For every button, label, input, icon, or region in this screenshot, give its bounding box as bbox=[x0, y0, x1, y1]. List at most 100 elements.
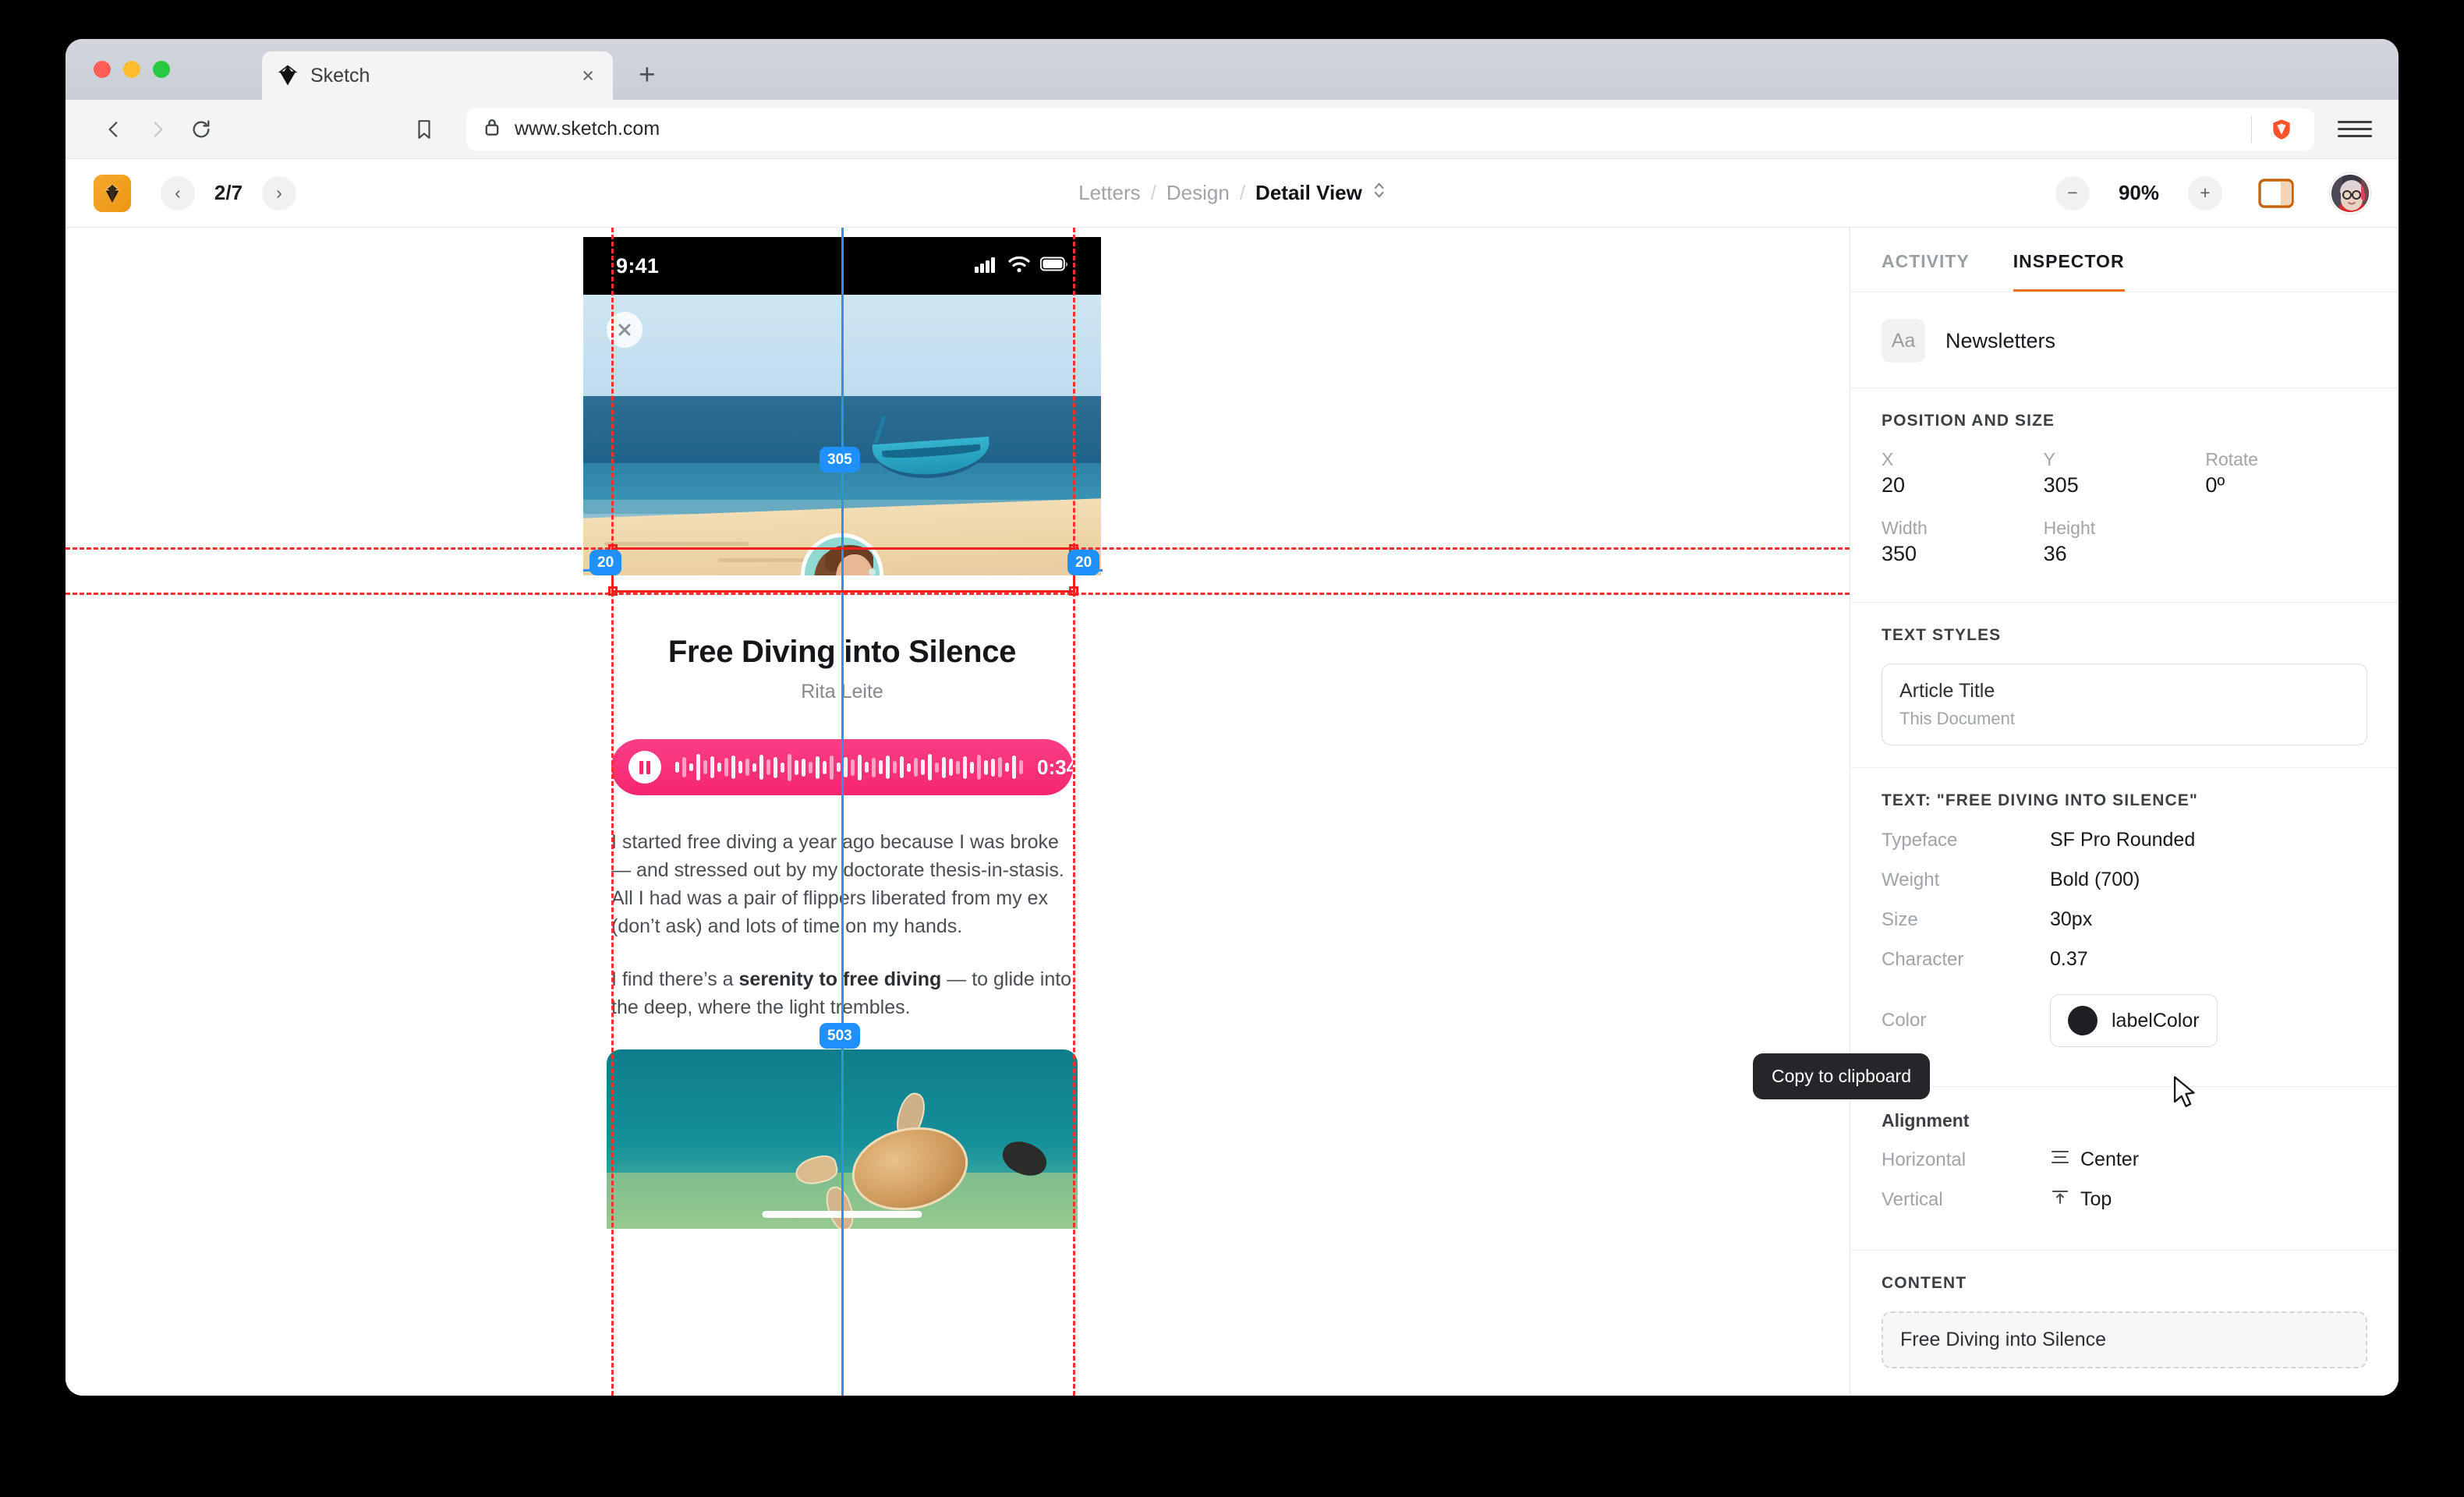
alignment-row-horizontal: Horizontal Center bbox=[1882, 1148, 2367, 1171]
tab-inspector[interactable]: INSPECTOR bbox=[2013, 251, 2125, 292]
alignment-value-horizontal[interactable]: Center bbox=[2050, 1148, 2139, 1171]
mouse-cursor bbox=[2171, 1076, 2199, 1116]
content-text-field[interactable]: Free Diving into Silence bbox=[1882, 1311, 2367, 1368]
field-value-x[interactable]: 20 bbox=[1882, 473, 2044, 497]
lock-icon bbox=[483, 118, 501, 140]
close-icon[interactable]: × bbox=[577, 65, 599, 87]
minimize-window-button[interactable] bbox=[123, 61, 140, 78]
measure-badge-top-offset: 305 bbox=[820, 447, 860, 472]
brave-shield-icon[interactable] bbox=[2269, 117, 2294, 146]
battery-icon bbox=[1040, 257, 1068, 276]
tab-activity[interactable]: ACTIVITY bbox=[1882, 251, 1970, 292]
breadcrumb-item-design[interactable]: Design bbox=[1167, 181, 1230, 205]
property-value[interactable]: 30px bbox=[2050, 908, 2092, 931]
audio-duration: 0:34 bbox=[1037, 756, 1078, 780]
inspector-tabs: ACTIVITY INSPECTOR bbox=[1850, 228, 2399, 292]
close-window-button[interactable] bbox=[94, 61, 111, 78]
avatar[interactable] bbox=[2330, 173, 2370, 214]
property-value[interactable]: Bold (700) bbox=[2050, 869, 2140, 891]
new-tab-button[interactable]: + bbox=[639, 62, 656, 87]
waveform-bar bbox=[788, 754, 791, 781]
waveform-bar bbox=[809, 762, 812, 773]
waveform-bar bbox=[731, 756, 735, 779]
status-bar-time: 9:41 bbox=[616, 254, 659, 278]
page-navigation: ‹ 2/7 › bbox=[161, 176, 296, 211]
waveform-bar bbox=[745, 759, 749, 776]
canvas-area[interactable]: 9:41 bbox=[65, 228, 1850, 1396]
url-text: www.sketch.com bbox=[515, 118, 660, 140]
breadcrumb-item-detail-view[interactable]: Detail View bbox=[1255, 181, 1362, 205]
waveform-bar bbox=[935, 763, 939, 773]
property-label: Weight bbox=[1882, 869, 2050, 891]
bookmark-icon[interactable] bbox=[402, 108, 446, 151]
align-center-icon bbox=[2050, 1148, 2070, 1171]
text-styles-section: TEXT STYLES Article Title This Document bbox=[1850, 603, 2399, 768]
forward-arrow-icon[interactable] bbox=[136, 108, 179, 151]
waveform-bar bbox=[928, 754, 932, 780]
waveform-bar bbox=[942, 757, 946, 778]
sketch-logo-icon[interactable] bbox=[94, 175, 131, 212]
property-row-color: Color labelColor bbox=[1882, 994, 2367, 1047]
text-style-card[interactable]: Article Title This Document bbox=[1882, 664, 2367, 745]
position-and-size-section: POSITION AND SIZE X 20 Y 305 Rotate 0º bbox=[1850, 388, 2399, 603]
status-bar-icons bbox=[975, 256, 1068, 277]
field-value-rotate[interactable]: 0º bbox=[2205, 473, 2367, 497]
color-swatch-button[interactable]: labelColor bbox=[2050, 994, 2218, 1047]
guide-title-bottom bbox=[65, 593, 1850, 595]
waveform-bar bbox=[914, 758, 918, 777]
waveform-bar bbox=[907, 763, 911, 772]
toolbar-right-group: − 90% + bbox=[2055, 173, 2370, 214]
property-row-typeface: Typeface SF Pro Rounded bbox=[1882, 829, 2367, 851]
field-value-y[interactable]: 305 bbox=[2044, 473, 2206, 497]
color-name: labelColor bbox=[2112, 1010, 2200, 1032]
waveform-bar bbox=[717, 763, 721, 772]
browser-tab[interactable]: Sketch × bbox=[262, 51, 613, 100]
waveform-bar bbox=[963, 756, 967, 779]
zoom-in-button[interactable]: + bbox=[2188, 176, 2222, 211]
app-toolbar: ‹ 2/7 › Letters / Design / Detail View −… bbox=[65, 159, 2399, 228]
browser-window: Sketch × + www.s bbox=[65, 39, 2399, 1396]
alignment-value-text: Top bbox=[2080, 1188, 2112, 1211]
breadcrumb-separator: / bbox=[1240, 181, 1245, 205]
next-page-button[interactable]: › bbox=[262, 176, 296, 211]
waveform-bar bbox=[844, 757, 848, 777]
waveform-bar bbox=[977, 755, 981, 780]
field-value-width[interactable]: 350 bbox=[1882, 542, 2044, 566]
alignment-label-vertical: Vertical bbox=[1882, 1189, 2050, 1211]
hamburger-menu-icon[interactable] bbox=[2338, 116, 2372, 142]
waveform-bar bbox=[675, 762, 679, 773]
waveform-bar bbox=[998, 757, 1002, 777]
waveform-bar bbox=[682, 757, 686, 777]
right-panel-toggle-icon[interactable] bbox=[2258, 179, 2294, 208]
previous-page-button[interactable]: ‹ bbox=[161, 176, 195, 211]
content-section: CONTENT Free Diving into Silence bbox=[1850, 1251, 2399, 1390]
reload-icon[interactable] bbox=[179, 108, 223, 151]
property-label: Character bbox=[1882, 949, 2050, 971]
waveform-bar bbox=[1019, 760, 1023, 774]
zoom-out-button[interactable]: − bbox=[2055, 176, 2090, 211]
breadcrumb-item-letters[interactable]: Letters bbox=[1078, 181, 1141, 205]
alignment-value-vertical[interactable]: Top bbox=[2050, 1188, 2112, 1211]
alignment-section: Alignment Horizontal Center Vertical bbox=[1850, 1087, 2399, 1251]
cellular-signal-icon bbox=[975, 256, 998, 277]
copy-to-clipboard-tooltip: Copy to clipboard bbox=[1753, 1053, 1930, 1099]
pause-icon[interactable] bbox=[628, 751, 661, 784]
field-value-height[interactable]: 36 bbox=[2044, 542, 2206, 566]
section-title: POSITION AND SIZE bbox=[1882, 412, 2367, 430]
section-title: TEXT STYLES bbox=[1882, 626, 2367, 645]
audio-waveform[interactable] bbox=[675, 750, 1023, 784]
property-row-character: Character 0.37 bbox=[1882, 948, 2367, 971]
waveform-bar bbox=[759, 755, 763, 780]
property-value[interactable]: 0.37 bbox=[2050, 948, 2088, 971]
chevron-up-down-icon[interactable] bbox=[1372, 180, 1386, 206]
waveform-bar bbox=[781, 763, 784, 773]
waveform-bar bbox=[696, 754, 700, 780]
alignment-row-vertical: Vertical Top bbox=[1882, 1188, 2367, 1211]
window-traffic-lights bbox=[94, 61, 170, 78]
back-arrow-icon[interactable] bbox=[92, 108, 136, 151]
url-field[interactable]: www.sketch.com bbox=[466, 108, 2314, 150]
property-row-weight: Weight Bold (700) bbox=[1882, 869, 2367, 891]
maximize-window-button[interactable] bbox=[153, 61, 170, 78]
property-label-color: Color bbox=[1882, 1010, 2050, 1032]
property-value[interactable]: SF Pro Rounded bbox=[2050, 829, 2195, 851]
